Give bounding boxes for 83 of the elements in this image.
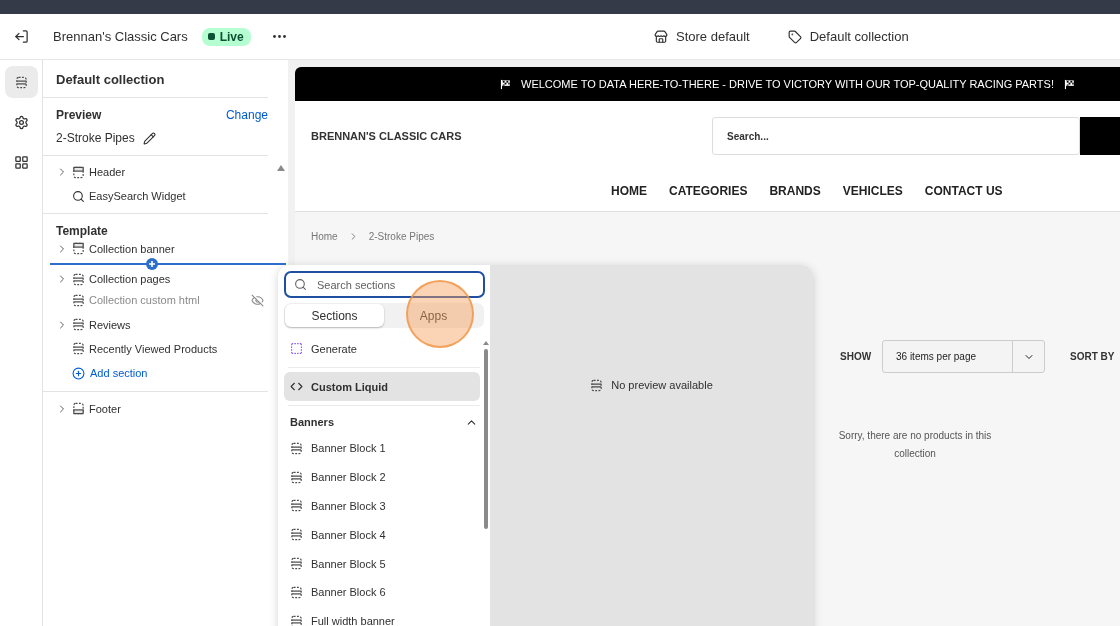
status-badge: Live <box>201 27 251 46</box>
section-option[interactable]: Full width banner <box>284 606 484 626</box>
nav-link[interactable]: CATEGORIES <box>669 184 748 198</box>
preview-value: 2-Stroke Pipes <box>56 131 135 145</box>
checkered-flag-icon <box>1064 78 1075 90</box>
exit-icon[interactable] <box>14 29 29 44</box>
picker-tab[interactable]: Apps <box>384 304 483 327</box>
section-row[interactable]: Recently Viewed Products <box>43 336 268 362</box>
section-option[interactable]: Banner Block 1 <box>284 434 484 463</box>
nav-link[interactable]: CONTACT US <box>924 184 1003 198</box>
announcement-text: WELCOME TO DATA HERE-TO-THERE - DRIVE TO VICTORY WITH OUR TOP-QUALITY RACING PARTS! <box>521 78 1054 90</box>
preview-label: Preview <box>56 108 102 122</box>
footer-section-icon <box>72 402 85 415</box>
section-icon <box>290 528 303 542</box>
section-row[interactable]: Collection pages <box>43 269 268 289</box>
section-option[interactable]: Banner Block 4 <box>284 520 484 550</box>
section-option[interactable]: Banner Block 6 <box>284 578 484 607</box>
change-link[interactable]: Change <box>225 108 268 122</box>
checkered-flag-icon <box>500 78 511 90</box>
store-name: Brennan's Classic Cars <box>53 29 188 44</box>
code-icon <box>290 380 303 393</box>
search-input[interactable]: Search sections <box>315 277 483 292</box>
gear-icon <box>13 114 29 130</box>
banners-group-header[interactable]: Banners <box>284 410 484 434</box>
section-option[interactable]: Banner Block 5 <box>284 549 484 578</box>
section-row[interactable]: Footer <box>43 396 268 421</box>
scrollbar-thumb[interactable] <box>484 349 488 529</box>
template-heading: Template <box>55 223 109 238</box>
section-row[interactable]: Collection banner <box>43 239 268 258</box>
theme-selector[interactable]: Store default <box>654 29 750 44</box>
nav-link[interactable]: VEHICLES <box>842 184 903 198</box>
generate-item[interactable]: Generate <box>284 334 480 363</box>
scroll-up-arrow-icon[interactable] <box>483 341 489 345</box>
search-sections-field[interactable]: Search sections <box>284 271 485 298</box>
section-option[interactable]: Custom Liquid <box>284 372 480 401</box>
section-icon <box>590 378 604 392</box>
nav-link[interactable]: BRANDS <box>769 184 821 198</box>
section-row[interactable]: Reviews <box>43 312 268 337</box>
section-row[interactable]: Collection custom html <box>43 288 268 313</box>
apps-icon <box>13 154 29 170</box>
section-icon <box>290 441 303 455</box>
section-icon <box>72 272 85 286</box>
plus-circle-icon <box>72 366 85 380</box>
picker-tab[interactable]: Sections <box>285 304 384 327</box>
plus-icon[interactable] <box>146 257 158 270</box>
section-icon <box>72 342 85 356</box>
section-icon <box>290 614 303 626</box>
store-logo[interactable]: BRENNAN'S CLASSIC CARS <box>311 130 712 142</box>
section-row[interactable]: EasySearch Widget <box>43 184 268 209</box>
search-icon <box>72 189 85 203</box>
sections-button[interactable] <box>4 66 38 98</box>
sections-icon <box>14 75 28 89</box>
dashed-square-icon <box>290 342 303 355</box>
breadcrumb-link[interactable]: Home <box>311 231 338 242</box>
section-option[interactable]: Banner Block 3 <box>284 491 484 521</box>
breadcrumb-current[interactable]: 2-Stroke Pipes <box>368 231 435 242</box>
add-section-link[interactable]: Add section <box>72 366 148 380</box>
more-icon <box>272 35 286 38</box>
header-section-icon <box>72 165 85 179</box>
no-preview-text: No preview available <box>611 379 713 391</box>
pencil-icon[interactable] <box>142 131 156 145</box>
nav-link[interactable]: HOME <box>611 184 647 198</box>
empty-message: Sorry, there are no products in this collection <box>837 429 993 461</box>
sort-label: SORT BY <box>1070 351 1115 362</box>
section-icon <box>72 318 85 332</box>
store-icon <box>654 29 668 44</box>
section-option[interactable]: Banner Block 2 <box>284 462 484 492</box>
section-icon <box>72 293 85 307</box>
section-icon <box>290 470 303 484</box>
section-icon <box>290 557 303 571</box>
more-button[interactable] <box>270 33 288 40</box>
section-icon <box>290 585 303 599</box>
search-icon <box>294 278 307 291</box>
per-page-select[interactable]: 36 items per page <box>882 340 1045 373</box>
store-search-field[interactable]: Search... <box>712 117 1080 155</box>
template-selector[interactable]: Default collection <box>787 29 909 44</box>
section-row[interactable]: Header <box>43 160 268 185</box>
section-icon <box>290 499 303 513</box>
sidebar-title: Default collection <box>43 60 268 98</box>
tag-icon <box>787 29 802 44</box>
show-label: SHOW <box>840 351 873 362</box>
eye-off-icon[interactable] <box>251 293 264 307</box>
header-section-icon <box>72 242 85 256</box>
